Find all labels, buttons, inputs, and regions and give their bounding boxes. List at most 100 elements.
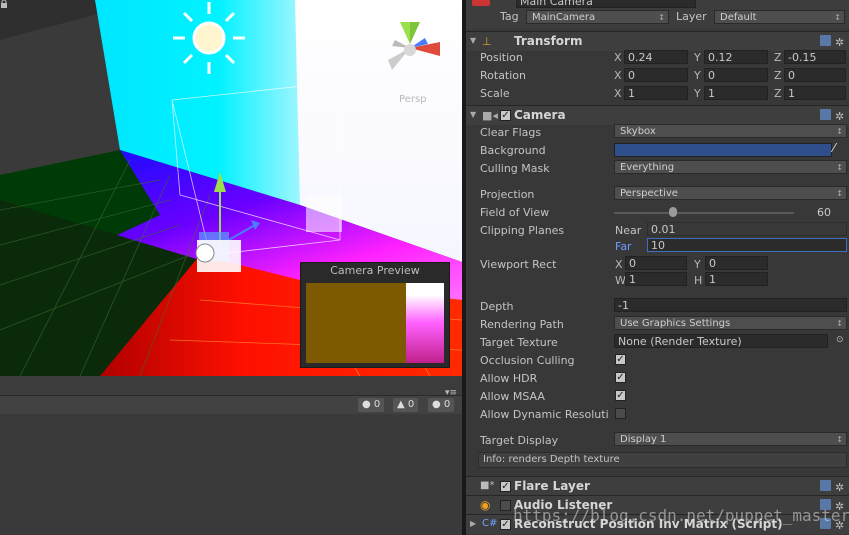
foldout-arrow-icon[interactable]: ▶: [470, 519, 476, 528]
gear-icon[interactable]: ✲: [835, 482, 846, 493]
occlusion-culling-checkbox[interactable]: ✓: [615, 354, 626, 365]
object-name-field[interactable]: Main Camera: [516, 0, 696, 8]
flare-layer-header[interactable]: ■* ✓ Flare Layer ✲: [466, 476, 849, 496]
position-z-field[interactable]: -0.15: [784, 50, 846, 64]
scale-z-field[interactable]: 1: [784, 86, 846, 100]
gameobject-icon: [472, 0, 490, 6]
rotation-label: Rotation: [480, 69, 527, 82]
viewport-y-field[interactable]: 0: [705, 256, 768, 270]
console-log-toggle[interactable]: ● 0: [428, 398, 455, 412]
culling-mask-label: Culling Mask: [480, 162, 550, 175]
vp-x-label: X: [615, 258, 623, 271]
position-x-field[interactable]: 0.24: [624, 50, 688, 64]
info-icon: ●: [432, 399, 441, 410]
warning-icon: ▲: [397, 399, 405, 410]
camera-preview-title: Camera Preview: [330, 264, 420, 277]
occlusion-culling-label: Occlusion Culling: [480, 354, 575, 367]
position-label: Position: [480, 51, 523, 64]
rotation-y-field[interactable]: 0: [704, 68, 768, 82]
scale-y-field[interactable]: 1: [704, 86, 768, 100]
help-icon[interactable]: [820, 35, 831, 46]
rotation-z-field[interactable]: 0: [784, 68, 846, 82]
transform-header[interactable]: ▼ ⊥ Transform ✲: [466, 31, 849, 51]
dynamic-resolution-label: Allow Dynamic Resoluti: [480, 408, 609, 421]
clear-flags-dropdown[interactable]: Skybox: [614, 124, 847, 138]
eyedropper-icon[interactable]: ⁄: [833, 141, 835, 155]
inspector-panel: Main Camera Tag MainCamera Layer Default…: [466, 0, 849, 535]
transform-title: Transform: [514, 34, 583, 48]
target-texture-field[interactable]: None (Render Texture): [614, 334, 828, 348]
near-label: Near: [615, 224, 642, 237]
script-icon: C#: [482, 518, 498, 529]
background-color-field[interactable]: [614, 143, 832, 157]
error-icon: ●: [362, 399, 371, 410]
info-text: Info: renders Depth texture: [483, 454, 620, 465]
fov-slider-track[interactable]: [614, 212, 794, 214]
projection-dropdown[interactable]: Perspective: [614, 186, 847, 200]
allow-msaa-checkbox[interactable]: ✓: [615, 390, 626, 401]
allow-hdr-checkbox[interactable]: ✓: [615, 372, 626, 383]
axis-y-label: Y: [694, 51, 701, 64]
near-field[interactable]: 0.01: [647, 222, 847, 236]
tag-dropdown[interactable]: MainCamera: [526, 10, 669, 24]
far-field[interactable]: 10: [647, 238, 847, 252]
target-display-dropdown[interactable]: Display 1: [614, 432, 847, 446]
rendering-path-dropdown[interactable]: Use Graphics Settings: [614, 316, 847, 330]
audio-listener-checkbox[interactable]: [500, 500, 511, 511]
depth-field[interactable]: -1: [614, 298, 847, 312]
camera-title: Camera: [514, 108, 566, 122]
lock-icon[interactable]: [0, 0, 8, 8]
fov-label: Field of View: [480, 206, 550, 219]
scale-label: Scale: [480, 87, 510, 100]
fov-slider-thumb[interactable]: [669, 207, 678, 217]
scene-view[interactable]: Persp Camera Preview: [0, 0, 462, 376]
position-y-field[interactable]: 0.12: [704, 50, 768, 64]
rotation-x-field[interactable]: 0: [624, 68, 688, 82]
axis-z-label: Z: [774, 69, 782, 82]
camera-enabled-checkbox[interactable]: ✓: [500, 110, 511, 121]
help-icon[interactable]: [820, 480, 831, 491]
clipping-planes-label: Clipping Planes: [480, 224, 565, 237]
console-header: ▾≡ ● 0 ▲ 0 ● 0: [0, 376, 462, 415]
viewport-x-field[interactable]: 0: [625, 256, 687, 270]
error-count: 0: [373, 399, 381, 410]
vp-h-label: H: [694, 274, 703, 287]
viewport-w-field[interactable]: 1: [625, 272, 687, 286]
culling-mask-dropdown[interactable]: Everything: [614, 160, 847, 174]
fov-field[interactable]: 60: [798, 205, 847, 219]
gear-icon[interactable]: ✲: [835, 111, 846, 122]
audio-listener-icon: ◉: [480, 498, 491, 512]
console-log-area[interactable]: [0, 414, 462, 535]
help-icon[interactable]: [820, 109, 831, 120]
target-texture-label: Target Texture: [480, 336, 558, 349]
allow-msaa-label: Allow MSAA: [480, 390, 545, 403]
object-picker-icon[interactable]: ⊙: [836, 335, 844, 345]
log-count: 0: [443, 399, 451, 410]
flare-layer-checkbox[interactable]: ✓: [500, 481, 511, 492]
reconstruct-script-checkbox[interactable]: ✓: [500, 519, 511, 530]
viewport-h-field[interactable]: 1: [705, 272, 768, 286]
scale-x-field[interactable]: 1: [624, 86, 688, 100]
console-toolbar: ● 0 ▲ 0 ● 0: [0, 395, 462, 415]
console-error-toggle[interactable]: ● 0: [358, 398, 385, 412]
camera-header[interactable]: ▼ ■◂ ✓ Camera ✲: [466, 105, 849, 125]
clear-flags-label: Clear Flags: [480, 126, 542, 139]
background-label: Background: [480, 144, 546, 157]
layer-label: Layer: [676, 10, 707, 23]
flare-layer-icon: ■*: [480, 480, 495, 491]
axis-y-label: Y: [694, 87, 701, 100]
console-warning-toggle[interactable]: ▲ 0: [393, 398, 419, 412]
dynamic-resolution-checkbox[interactable]: [615, 408, 626, 419]
projection-label[interactable]: Persp: [399, 94, 427, 105]
layer-dropdown[interactable]: Default: [714, 10, 845, 24]
axis-z-label: Z: [774, 87, 782, 100]
foldout-arrow-icon[interactable]: ▼: [470, 110, 476, 119]
camera-preview-image: [306, 283, 444, 363]
far-label: Far: [615, 240, 632, 253]
gear-icon[interactable]: ✲: [835, 37, 846, 48]
foldout-arrow-icon[interactable]: ▼: [470, 36, 476, 45]
warning-count: 0: [407, 399, 415, 410]
tag-label: Tag: [500, 10, 519, 23]
axis-x-label: X: [614, 69, 622, 82]
axis-x-label: X: [614, 51, 622, 64]
